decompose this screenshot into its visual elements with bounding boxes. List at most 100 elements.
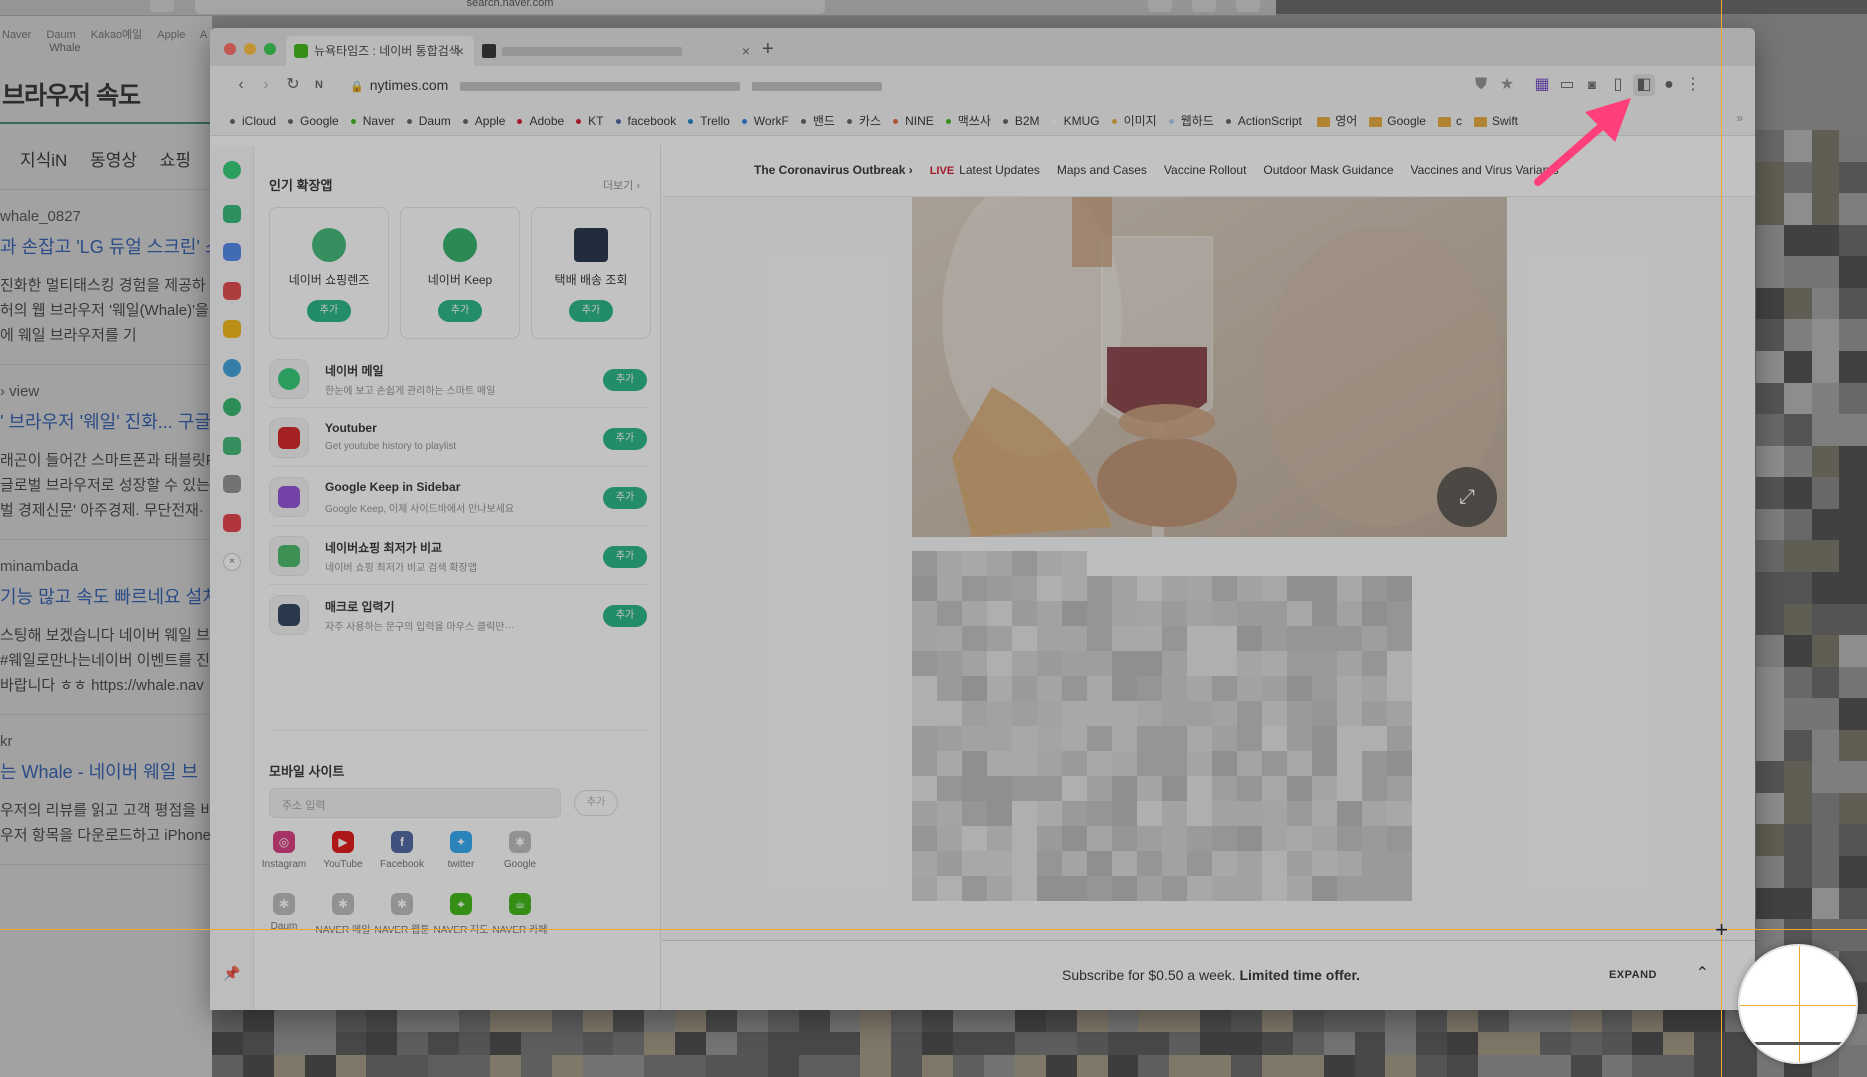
- new-tab-button[interactable]: +: [762, 38, 774, 61]
- extension-row-naver-mail[interactable]: 네이버 메일 한눈에 보고 손쉽게 관리하는 스마트 메일 추가: [269, 348, 649, 407]
- extension-card-shopping-lens[interactable]: 네이버 쇼핑렌즈 추가: [269, 207, 389, 339]
- bookmark-item[interactable]: 웹하드: [1168, 112, 1214, 129]
- bookmark-item[interactable]: Adobe: [517, 114, 564, 128]
- mosaic-block: [212, 1054, 244, 1077]
- extension-card-parcel-tracking[interactable]: 택배 배송 조회 추가: [531, 207, 651, 339]
- shield-icon[interactable]: ⛊: [1470, 74, 1492, 96]
- add-button[interactable]: 추가: [603, 428, 647, 450]
- tab-naver-search[interactable]: 뉴욕타임즈 : 네이버 통합검색 ×: [286, 36, 474, 66]
- add-button[interactable]: 추가: [603, 605, 647, 627]
- sidebar-pocket-icon[interactable]: [223, 282, 241, 300]
- pin-icon[interactable]: 📌: [223, 965, 240, 982]
- bookmark-item[interactable]: KT: [576, 114, 604, 128]
- redacted-block: [937, 776, 962, 801]
- sidebar-notification-icon[interactable]: [223, 205, 241, 223]
- bookmark-item[interactable]: Google: [288, 114, 339, 128]
- bookmark-folder[interactable]: Swift: [1473, 114, 1518, 128]
- bookmark-item[interactable]: KMUG: [1051, 114, 1100, 128]
- background-result: whale_0827 과 손잡고 'LG 듀얼 스크린' 스 진화한 멀티태스킹 경…: [0, 190, 212, 365]
- bookmark-item[interactable]: WorkF: [741, 114, 789, 128]
- tab-close-icon[interactable]: ×: [742, 36, 750, 66]
- tab-nytimes[interactable]: ×: [474, 36, 760, 66]
- bookmark-item[interactable]: 카스: [846, 112, 881, 129]
- bookmark-item[interactable]: Daum: [406, 114, 451, 128]
- nav-link[interactable]: Outdoor Mask Guidance: [1263, 163, 1393, 177]
- tab-close-icon[interactable]: ×: [456, 36, 464, 66]
- nav-link[interactable]: Maps and Cases: [1057, 163, 1147, 177]
- add-button[interactable]: 추가: [438, 300, 482, 322]
- address-bar[interactable]: 🔒 nytimes.com: [350, 73, 883, 99]
- mosaic-block: [1783, 350, 1813, 384]
- chevron-up-icon[interactable]: ⌃: [1696, 963, 1709, 983]
- mosaic-block: [1756, 130, 1785, 163]
- minimize-window-button[interactable]: [244, 43, 256, 55]
- sidebar-whale-icon[interactable]: [223, 161, 241, 179]
- bookmark-item[interactable]: iCloud: [230, 114, 276, 128]
- back-icon[interactable]: ‹: [230, 74, 252, 96]
- redacted-block: [912, 651, 937, 676]
- redacted-block: [937, 676, 962, 701]
- profile-avatar[interactable]: ●: [1658, 74, 1680, 96]
- bookmark-item[interactable]: Apple: [462, 114, 505, 128]
- expand-image-button[interactable]: ⤢: [1437, 467, 1497, 527]
- sidebar-memo-icon[interactable]: [223, 475, 241, 493]
- sidebar-calendar-icon[interactable]: [223, 243, 241, 261]
- redacted-block: [1087, 851, 1112, 876]
- site-icon: ✱: [509, 831, 531, 853]
- extension-row-price-compare[interactable]: 네이버쇼핑 최저가 비교 네이버 쇼핑 최저가 비교 검색 확장앱 추가: [269, 525, 649, 584]
- mobile-site-shortcut[interactable]: ✱ Google: [485, 831, 555, 870]
- bookmarks-overflow-icon[interactable]: »: [1736, 111, 1743, 125]
- add-button[interactable]: 추가: [603, 546, 647, 568]
- bookmark-item[interactable]: Trello: [688, 114, 730, 128]
- sidebar-play-icon[interactable]: [223, 398, 241, 416]
- mosaic-block: [1811, 698, 1841, 731]
- menu-kebab-icon[interactable]: ⋮: [1682, 74, 1704, 96]
- extension-row-google-keep[interactable]: Google Keep in Sidebar Google Keep, 이제 사…: [269, 466, 649, 525]
- more-link[interactable]: 더보기 ›: [603, 177, 640, 193]
- add-button[interactable]: 추가: [307, 300, 351, 322]
- forward-icon[interactable]: ›: [255, 74, 277, 96]
- redacted-block: [1087, 676, 1112, 701]
- bookmark-item[interactable]: 맥쓰사: [945, 112, 991, 129]
- mobile-url-add-button[interactable]: 추가: [574, 790, 618, 816]
- expand-subscribe-button[interactable]: EXPAND: [1609, 969, 1657, 981]
- reload-icon[interactable]: ↻: [282, 74, 304, 96]
- bookmark-folder[interactable]: Google: [1369, 114, 1426, 128]
- add-button[interactable]: 추가: [569, 300, 613, 322]
- sidebar-close-icon[interactable]: ×: [223, 553, 241, 571]
- redacted-block: [1237, 751, 1262, 776]
- bookmark-folder[interactable]: c: [1437, 114, 1462, 128]
- sidebar-star-icon[interactable]: [223, 320, 241, 338]
- mosaic-block: [984, 1054, 1016, 1077]
- redacted-block: [937, 551, 962, 576]
- close-window-button[interactable]: [224, 43, 236, 55]
- redacted-block: [1087, 701, 1112, 726]
- bookmark-item[interactable]: Naver: [350, 114, 395, 128]
- bookmark-folder[interactable]: 영어: [1317, 112, 1357, 129]
- bookmark-item[interactable]: ActionScript: [1225, 114, 1302, 128]
- sidebar-now-icon[interactable]: [223, 514, 241, 532]
- bookmark-item[interactable]: B2M: [1002, 114, 1040, 128]
- redacted-block: [1037, 851, 1062, 876]
- sidebar-webtoon-icon[interactable]: [223, 437, 241, 455]
- bookmark-item[interactable]: 밴드: [800, 112, 835, 129]
- zoom-window-button[interactable]: [264, 43, 276, 55]
- redacted-block: [1287, 676, 1312, 701]
- add-button[interactable]: 추가: [603, 487, 647, 509]
- bookmark-item[interactable]: facebook: [615, 114, 676, 128]
- extension-row-macro-input[interactable]: 매크로 입력기 자주 사용하는 문구의 입력을 마우스 클릭만··· 추가: [269, 584, 649, 643]
- extension-card-naver-keep[interactable]: 네이버 Keep 추가: [400, 207, 520, 339]
- add-button[interactable]: 추가: [603, 369, 647, 391]
- bookmark-item[interactable]: 이미지: [1111, 112, 1157, 129]
- extension-row-youtuber[interactable]: Youtuber Get youtube history to playlist…: [269, 407, 649, 466]
- naver-home-icon[interactable]: N: [308, 74, 330, 96]
- bookmark-star-icon[interactable]: ★: [1496, 74, 1518, 96]
- mosaic-block: [520, 1054, 553, 1077]
- nav-link[interactable]: Vaccine Rollout: [1164, 163, 1247, 177]
- background-result-headline: 기능 많고 속도 빠르네요 설치: [0, 587, 212, 607]
- bookmark-item[interactable]: NINE: [893, 114, 934, 128]
- sidebar-translate-icon[interactable]: [223, 359, 241, 377]
- nav-link[interactable]: LIVE Latest Updates: [930, 163, 1040, 177]
- mobile-url-input[interactable]: 주소 입력: [269, 788, 561, 818]
- nav-link[interactable]: The Coronavirus Outbreak ›: [754, 163, 913, 177]
